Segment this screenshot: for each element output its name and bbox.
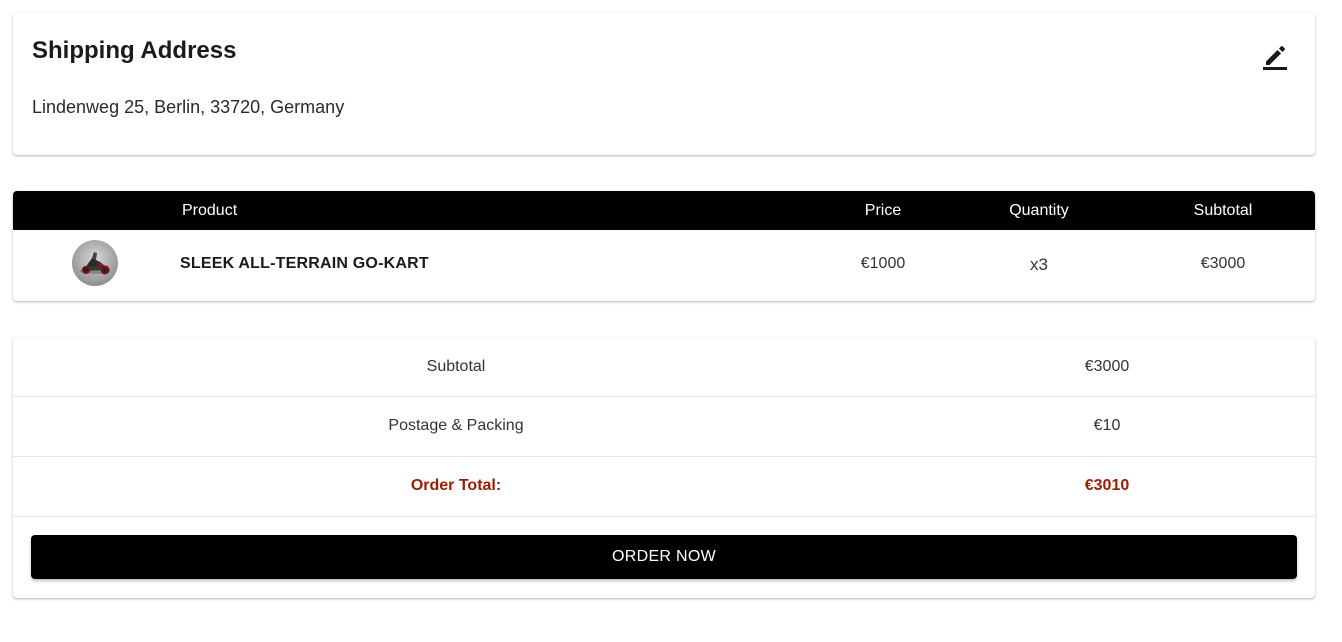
postage-label: Postage & Packing	[388, 417, 524, 434]
table-row: SLEEK ALL-TERRAIN GO-KART €1000 x3 €3000	[13, 230, 1315, 301]
summary-row-postage: Postage & Packing €10	[13, 397, 1315, 457]
edit-icon	[1263, 46, 1287, 70]
summary-row-subtotal: Subtotal €3000	[13, 338, 1315, 397]
product-name[interactable]: SLEEK ALL-TERRAIN GO-KART	[180, 255, 429, 273]
column-header-product: Product	[182, 202, 238, 219]
column-header-quantity: Quantity	[1009, 202, 1069, 219]
order-total-value: €3010	[1084, 477, 1130, 494]
product-subtotal: €3000	[1200, 255, 1246, 272]
order-now-button[interactable]: ORDER NOW	[31, 535, 1297, 579]
summary-row-order-total: Order Total: €3010	[13, 457, 1315, 517]
shipping-address-card: Shipping Address Lindenweg 25, Berlin, 3…	[13, 13, 1315, 155]
order-summary-card: Subtotal €3000 Postage & Packing €10 Ord…	[13, 338, 1315, 598]
postage-value: €10	[1093, 417, 1121, 434]
column-header-subtotal: Subtotal	[1193, 202, 1253, 219]
subtotal-value: €3000	[1084, 358, 1130, 375]
go-kart-thumbnail[interactable]	[72, 240, 118, 286]
edit-address-button[interactable]	[1261, 41, 1289, 71]
product-quantity: x3	[1030, 255, 1048, 274]
shipping-address-title: Shipping Address	[32, 37, 237, 64]
order-total-label: Order Total:	[410, 477, 502, 494]
column-header-price: Price	[864, 202, 902, 219]
table-header: Product Price Quantity Subtotal	[13, 191, 1315, 230]
shipping-address-text: Lindenweg 25, Berlin, 33720, Germany	[32, 97, 345, 117]
cart-table: Product Price Quantity Subtotal SLEEK AL…	[13, 191, 1315, 301]
go-kart-image-icon	[80, 252, 110, 275]
subtotal-label: Subtotal	[426, 358, 486, 375]
product-price: €1000	[860, 255, 906, 272]
